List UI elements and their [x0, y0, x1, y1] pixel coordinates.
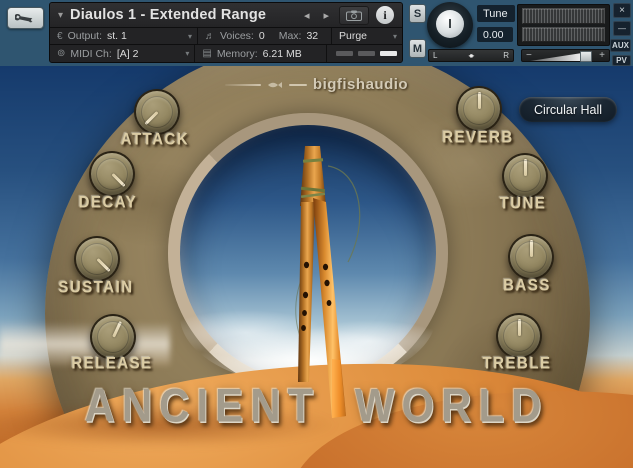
- tune-value[interactable]: 0.00: [477, 27, 513, 42]
- instrument-title-row: ▾ Diaulos 1 - Extended Range ◂ ▸ i: [50, 3, 402, 28]
- tune-label: TUNE: [499, 194, 547, 213]
- decay-knob[interactable]: [89, 151, 135, 197]
- knob-pointer: [111, 320, 122, 338]
- voices-label: Voices:: [220, 30, 254, 42]
- instrument-title: Diaulos 1 - Extended Range: [70, 7, 267, 23]
- mute-button[interactable]: M: [409, 39, 426, 58]
- knob-pointer: [95, 257, 111, 273]
- attack-knob[interactable]: [134, 89, 180, 135]
- header-row-output: € Output: st. 1 ▾ ♬ Voices: 0 Max: 32 Pu…: [50, 28, 402, 45]
- purge-dropdown-icon[interactable]: ▾: [393, 32, 397, 41]
- midi-value: [A] 2: [116, 47, 139, 60]
- info-button[interactable]: i: [376, 6, 394, 24]
- memory-icon: ▤: [202, 48, 212, 59]
- treble-knob[interactable]: [496, 313, 542, 359]
- bass-knob[interactable]: [508, 234, 554, 280]
- close-button[interactable]: ×: [613, 3, 631, 18]
- volume-plus-label: +: [599, 50, 605, 61]
- sustain-knob[interactable]: [74, 236, 120, 282]
- max-value[interactable]: 32: [306, 30, 318, 42]
- brand-name: bigfishaudio: [312, 76, 409, 93]
- output-selector[interactable]: € Output: st. 1 ▾: [50, 28, 198, 44]
- knob-pointer: [523, 159, 527, 176]
- volume-slider[interactable]: − +: [521, 49, 610, 62]
- memory-display: ▤ Memory: 6.21 MB: [195, 45, 327, 62]
- performance-view-button[interactable]: PV: [612, 55, 631, 66]
- midi-dropdown-icon[interactable]: ▾: [185, 49, 189, 58]
- pan-slider[interactable]: L ◂▸ R: [428, 49, 514, 62]
- midi-channel-selector[interactable]: ⊚ MIDI Ch: [A] 2 ▾: [50, 45, 196, 62]
- midi-label: MIDI Ch:: [70, 47, 112, 60]
- purge-led-active: [380, 51, 397, 56]
- knob-pointer: [517, 319, 521, 336]
- pan-right-label: R: [503, 51, 509, 60]
- volume-wedge: [530, 53, 582, 61]
- room-preset-button[interactable]: Circular Hall: [519, 97, 617, 122]
- purge-label: Purge: [339, 30, 368, 42]
- camera-icon: [346, 10, 362, 21]
- voices-display: ♬ Voices: 0 Max: 32: [198, 28, 332, 44]
- purge-led: [336, 51, 353, 56]
- tune-knob-pointer: [449, 19, 451, 28]
- logo-line: [288, 83, 307, 86]
- fish-icon: [267, 81, 282, 88]
- wrench-settings-button[interactable]: [7, 7, 44, 29]
- header-row-midi: ⊚ MIDI Ch: [A] 2 ▾ ▤ Memory: 6.21 MB: [50, 45, 402, 62]
- minimize-button[interactable]: —: [613, 21, 631, 36]
- memory-label: Memory:: [216, 47, 258, 60]
- logo-line: [224, 83, 261, 86]
- pan-center-marker-icon: ◂▸: [468, 51, 474, 60]
- midi-icon: ⊚: [57, 48, 66, 59]
- attack-label: ATTACK: [120, 130, 190, 149]
- bass-label: BASS: [503, 276, 551, 295]
- instrument-panel: bigfishaudio Circular Hall ATTACK DECAY …: [0, 66, 633, 468]
- wrench-icon: [14, 13, 34, 23]
- snapshot-camera-button[interactable]: [339, 5, 369, 25]
- tune-label: Tune: [477, 5, 515, 22]
- purge-indicators: [327, 45, 402, 62]
- kontakt-rack: ▾ Diaulos 1 - Extended Range ◂ ▸ i € Out…: [0, 0, 633, 468]
- brand-logo: bigfishaudio: [0, 76, 633, 93]
- pan-left-label: L: [433, 51, 438, 60]
- volume-handle[interactable]: [580, 51, 592, 62]
- output-dropdown-icon[interactable]: ▾: [188, 32, 192, 41]
- level-meters: [517, 4, 610, 46]
- solo-button[interactable]: S: [409, 4, 426, 23]
- collapse-arrow-icon[interactable]: ▾: [58, 10, 63, 21]
- release-label: RELEASE: [71, 354, 153, 373]
- instrument-header: ▾ Diaulos 1 - Extended Range ◂ ▸ i € Out…: [49, 2, 403, 63]
- sustain-label: SUSTAIN: [58, 278, 134, 297]
- release-knob[interactable]: [90, 314, 136, 360]
- knob-pointer: [529, 240, 533, 257]
- max-label: Max:: [278, 30, 302, 42]
- knob-pointer: [110, 172, 126, 188]
- purge-menu[interactable]: Purge ▾: [332, 28, 402, 44]
- reverb-label: REVERB: [442, 128, 514, 147]
- tune-knob-cap: [436, 10, 464, 38]
- voices-icon: ♬: [205, 30, 215, 42]
- output-label: Output:: [67, 30, 103, 42]
- meter-left: [522, 8, 605, 24]
- meter-right: [522, 26, 605, 42]
- aux-button[interactable]: aux: [610, 39, 631, 52]
- tune-knob[interactable]: [502, 153, 548, 199]
- memory-value: 6.21 MB: [262, 47, 302, 60]
- product-title: ANCIENT WORLD: [84, 379, 549, 432]
- next-instrument-icon[interactable]: ▸: [316, 9, 336, 22]
- master-tune-knob[interactable]: [427, 2, 473, 48]
- volume-minus-label: −: [526, 50, 532, 61]
- reverb-knob[interactable]: [456, 86, 502, 132]
- decay-label: DECAY: [78, 193, 138, 212]
- knob-pointer: [477, 92, 481, 109]
- knob-pointer: [143, 110, 159, 126]
- voices-value: 0: [258, 30, 265, 42]
- output-icon: €: [57, 30, 63, 42]
- purge-led: [358, 51, 375, 56]
- output-value: st. 1: [107, 30, 127, 42]
- room-preset-label: Circular Hall: [533, 102, 603, 117]
- prev-instrument-icon[interactable]: ◂: [297, 9, 317, 22]
